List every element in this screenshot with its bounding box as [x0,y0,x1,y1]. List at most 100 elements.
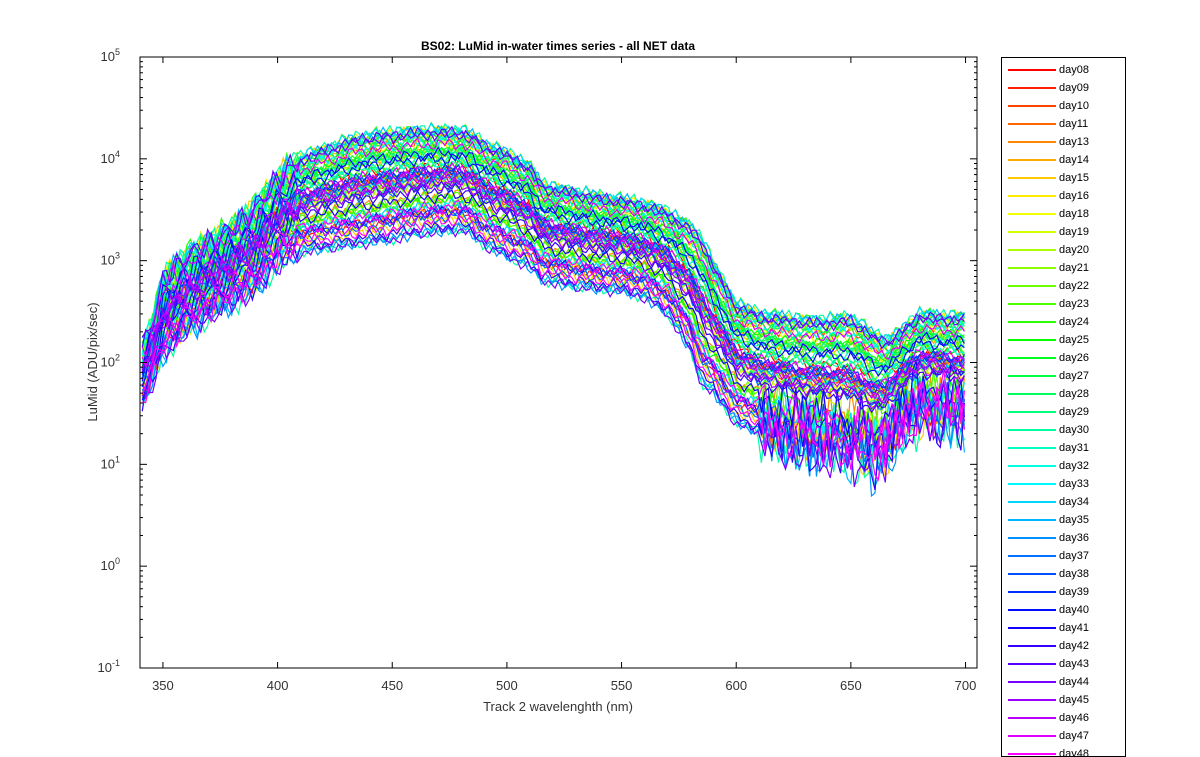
legend-item: day27 [1002,367,1125,385]
legend-item: day24 [1002,313,1125,331]
legend-item: day43 [1002,655,1125,673]
legend-label: day27 [1059,370,1089,382]
legend-swatch [1008,663,1056,665]
legend-swatch [1008,645,1056,647]
y-tick-label: 10-1 [98,658,120,675]
x-tick-label: 350 [152,678,174,693]
legend-item: day34 [1002,493,1125,511]
y-tick-label: 105 [101,47,120,64]
legend-label: day15 [1059,172,1089,184]
legend-label: day37 [1059,550,1089,562]
legend-swatch [1008,87,1056,89]
legend-item: day31 [1002,439,1125,457]
legend-label: day40 [1059,604,1089,616]
plot-area [141,121,965,498]
legend-label: day18 [1059,208,1089,220]
legend-swatch [1008,339,1056,341]
legend-label: day48 [1059,748,1089,757]
legend-swatch [1008,249,1056,251]
legend-label: day14 [1059,154,1089,166]
legend-swatch [1008,69,1056,71]
legend-swatch [1008,177,1056,179]
legend-item: day37 [1002,547,1125,565]
legend-item: day35 [1002,511,1125,529]
legend-swatch [1008,105,1056,107]
legend-label: day22 [1059,280,1089,292]
legend-swatch [1008,393,1056,395]
legend-label: day42 [1059,640,1089,652]
legend-label: day29 [1059,406,1089,418]
legend-swatch [1008,285,1056,287]
legend-label: day21 [1059,262,1089,274]
legend-label: day28 [1059,388,1089,400]
legend-item: day29 [1002,403,1125,421]
legend-swatch [1008,537,1056,539]
legend-swatch [1008,357,1056,359]
x-axis-label: Track 2 wavelenghth (nm) [483,699,633,714]
legend-swatch [1008,195,1056,197]
legend-label: day09 [1059,82,1089,94]
legend-item: day38 [1002,565,1125,583]
legend-item: day13 [1002,133,1125,151]
legend-label: day11 [1059,118,1089,130]
legend: day08 day09 day10 day11 day13 day14 day15 day16… [1001,57,1126,757]
legend-item: day16 [1002,187,1125,205]
y-tick-label: 100 [101,556,120,573]
legend-item: day14 [1002,151,1125,169]
legend-label: day30 [1059,424,1089,436]
legend-swatch [1008,213,1056,215]
legend-label: day20 [1059,244,1089,256]
legend-label: day16 [1059,190,1089,202]
y-tick-label: 104 [101,149,120,166]
legend-swatch [1008,465,1056,467]
legend-item: day21 [1002,259,1125,277]
legend-item: day36 [1002,529,1125,547]
legend-item: day41 [1002,619,1125,637]
legend-swatch [1008,141,1056,143]
legend-label: day08 [1059,64,1089,76]
legend-swatch [1008,699,1056,701]
legend-item: day33 [1002,475,1125,493]
legend-item: day30 [1002,421,1125,439]
legend-swatch [1008,609,1056,611]
legend-item: day48 [1002,745,1125,757]
legend-item: day18 [1002,205,1125,223]
series-line [141,175,965,409]
legend-label: day23 [1059,298,1089,310]
legend-item: day44 [1002,673,1125,691]
legend-label: day19 [1059,226,1089,238]
x-tick-label: 450 [381,678,403,693]
legend-swatch [1008,231,1056,233]
legend-label: day35 [1059,514,1089,526]
legend-swatch [1008,411,1056,413]
legend-label: day47 [1059,730,1089,742]
legend-swatch [1008,501,1056,503]
legend-item: day09 [1002,79,1125,97]
legend-item: day15 [1002,169,1125,187]
legend-label: day33 [1059,478,1089,490]
legend-label: day41 [1059,622,1089,634]
legend-item: day10 [1002,97,1125,115]
y-axis-label: LuMid (ADU/pix/sec) [85,302,100,421]
legend-swatch [1008,627,1056,629]
legend-label: day25 [1059,334,1089,346]
x-tick-label: 650 [840,678,862,693]
legend-swatch [1008,483,1056,485]
legend-item: day23 [1002,295,1125,313]
legend-label: day45 [1059,694,1089,706]
legend-swatch [1008,591,1056,593]
legend-item: day32 [1002,457,1125,475]
legend-item: day47 [1002,727,1125,745]
legend-item: day26 [1002,349,1125,367]
legend-swatch [1008,555,1056,557]
legend-label: day13 [1059,136,1089,148]
legend-item: day39 [1002,583,1125,601]
legend-label: day46 [1059,712,1089,724]
x-tick-label: 550 [611,678,633,693]
legend-label: day36 [1059,532,1089,544]
legend-swatch [1008,159,1056,161]
legend-item: day19 [1002,223,1125,241]
axes-box [139,56,978,669]
legend-label: day44 [1059,676,1089,688]
legend-swatch [1008,429,1056,431]
